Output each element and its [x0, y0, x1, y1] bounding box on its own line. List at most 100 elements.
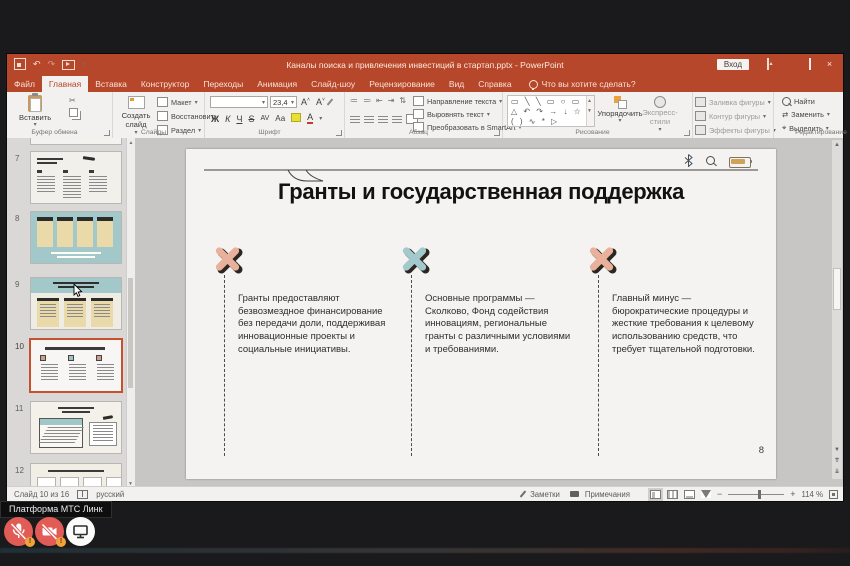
drawing-dialog-launcher[interactable]	[684, 130, 690, 136]
tab-transitions[interactable]: Переходы	[196, 76, 250, 92]
zoom-in-button[interactable]: +	[790, 489, 795, 499]
character-spacing-button[interactable]: AV	[260, 115, 269, 122]
tell-me-box[interactable]: Что вы хотите сделать?	[528, 76, 636, 92]
editor-scrollbar-thumb[interactable]	[833, 268, 841, 310]
notes-toggle[interactable]: Заметки	[530, 490, 560, 499]
arrange-button[interactable]: Упорядочить ▾	[597, 96, 643, 126]
shrink-font-button[interactable]: А˅	[314, 97, 327, 107]
thumbnail-slide-7[interactable]	[31, 152, 121, 203]
thumbnail-slide-11[interactable]	[31, 402, 121, 453]
tab-design[interactable]: Конструктор	[134, 76, 196, 92]
scroll-up-icon[interactable]: ▲	[129, 140, 134, 146]
thumbnail-slide-8[interactable]	[31, 212, 121, 263]
thumbnail-slide-6[interactable]	[31, 138, 121, 144]
previous-slide-button[interactable]: ⇈	[832, 457, 842, 466]
slide-sorter-view-button[interactable]	[666, 489, 678, 499]
tab-insert[interactable]: Вставка	[88, 76, 134, 92]
ribbon-display-options-button[interactable]	[761, 57, 778, 71]
camera-off-button[interactable]: !	[35, 517, 66, 547]
tab-animations[interactable]: Анимация	[250, 76, 304, 92]
shapes-gallery[interactable]: ▭ ╲ ╲ ▭ ○ ▭ △ ↶ ↷ → ↓ ☆ ( ) ∿ * ▷ ▲ ▼	[507, 95, 595, 127]
shape-outline-button[interactable]: Контур фигуры ▾	[695, 111, 776, 121]
tab-file[interactable]: Файл	[7, 76, 42, 92]
change-case-button[interactable]: Аа	[275, 114, 285, 123]
taskbar-reflection	[0, 548, 850, 553]
zoom-slider[interactable]	[728, 489, 785, 499]
align-right-button[interactable]	[378, 116, 388, 124]
close-button[interactable]: ×	[821, 57, 838, 71]
slide-column-3[interactable]: Главный минус — бюрократические процедур…	[585, 243, 765, 456]
find-button[interactable]: Найти	[782, 97, 830, 106]
copy-button[interactable]	[69, 108, 78, 119]
tab-slideshow[interactable]: Слайд-шоу	[304, 76, 362, 92]
slide-canvas[interactable]: Гранты и государственная поддержка Грант…	[186, 149, 776, 479]
line-spacing-button[interactable]: ⇅	[399, 96, 406, 105]
spellcheck-icon[interactable]	[77, 489, 89, 499]
shapes-gallery-scrollbar[interactable]: ▲ ▼	[586, 96, 594, 126]
tab-view[interactable]: Вид	[442, 76, 471, 92]
lightbulb-icon	[528, 79, 538, 90]
replace-button[interactable]: ⇄ Заменить ▾	[782, 110, 830, 119]
align-center-button[interactable]	[364, 116, 374, 124]
font-dialog-launcher[interactable]	[336, 130, 342, 136]
highlight-button[interactable]	[291, 113, 302, 124]
grow-font-button[interactable]: А˄	[299, 97, 312, 107]
decrease-indent-button[interactable]: ⇤	[376, 96, 383, 105]
slide-column-2[interactable]: Основные программы — Сколково, Фонд соде…	[398, 243, 578, 456]
reading-view-button[interactable]	[683, 489, 695, 499]
bold-button[interactable]: Ж	[211, 114, 219, 124]
clear-formatting-icon[interactable]	[326, 98, 334, 106]
paragraph-dialog-launcher[interactable]	[494, 130, 500, 136]
thumbnail-scrollbar[interactable]: ▲ ▼	[126, 138, 135, 489]
paste-icon	[28, 93, 43, 112]
thumbnail-scrollbar-thumb[interactable]	[128, 278, 133, 388]
shape-effects-button[interactable]: Эффекты фигуры ▾	[695, 125, 776, 135]
notes-icon	[519, 490, 527, 498]
cut-button[interactable]: ✂	[69, 96, 78, 105]
tab-review[interactable]: Рецензирование	[362, 76, 442, 92]
editor-scrollbar[interactable]: ▲ ▼ ⇈ ⇊	[832, 140, 842, 479]
justify-button[interactable]	[392, 116, 402, 124]
zoom-out-button[interactable]: −	[717, 489, 722, 499]
shape-fill-button[interactable]: Заливка фигуры ▾	[695, 97, 776, 107]
clipboard-dialog-launcher[interactable]	[104, 130, 110, 136]
paste-button[interactable]: Вставить ▾	[19, 93, 52, 130]
restore-button[interactable]	[801, 57, 818, 71]
tab-help[interactable]: Справка	[471, 76, 518, 92]
font-color-caret-icon[interactable]: ▾	[319, 115, 322, 122]
language-indicator[interactable]: русский	[96, 490, 124, 499]
strikethrough-button[interactable]: S	[248, 114, 254, 124]
slide-thumbnail-panel[interactable]: 7 8 9 10 11 12 ▲ ▼	[7, 138, 136, 489]
bullets-button[interactable]: ≔	[350, 96, 358, 105]
align-left-button[interactable]	[350, 116, 360, 124]
tab-home[interactable]: Главная	[41, 76, 89, 92]
search-icon	[706, 156, 717, 167]
next-slide-button[interactable]: ⇊	[832, 468, 842, 477]
increase-indent-button[interactable]: ⇥	[388, 96, 395, 105]
thumbnail-slide-10-selected[interactable]	[31, 340, 121, 391]
underline-button[interactable]: Ч	[236, 114, 242, 124]
zoom-slider-thumb[interactable]	[758, 489, 762, 499]
fit-to-window-button[interactable]	[829, 489, 838, 499]
font-color-button[interactable]: А	[307, 113, 314, 124]
screen-share-button[interactable]	[66, 517, 95, 546]
paste-label: Вставить	[19, 113, 52, 122]
numbering-button[interactable]: ≕	[363, 96, 371, 105]
font-size-combobox[interactable]: 23,4 ▾	[270, 96, 297, 108]
ribbon-display-options-icon	[766, 58, 769, 70]
italic-button[interactable]: К	[225, 114, 230, 124]
screen-share-stage: ↶ ↷ ▾ Каналы поиска и привлечения инвест…	[0, 0, 850, 566]
normal-view-button[interactable]	[647, 487, 663, 501]
signin-button[interactable]: Вход	[716, 58, 749, 70]
zoom-level[interactable]: 114 %	[801, 490, 823, 499]
comments-toggle[interactable]: Примечания	[585, 490, 630, 499]
slide-title[interactable]: Гранты и государственная поддержка	[186, 179, 776, 205]
column-text: Главный минус — бюрократические процедур…	[612, 293, 755, 355]
microphone-muted-button[interactable]: !	[4, 517, 35, 547]
slide-column-1[interactable]: Гранты предоставляют безвозмездное финан…	[211, 243, 391, 456]
scroll-up-icon[interactable]: ▲	[832, 140, 842, 150]
minimize-button[interactable]	[781, 57, 798, 71]
font-name-combobox[interactable]: ▾	[210, 96, 268, 108]
slideshow-view-button[interactable]	[700, 490, 711, 498]
scroll-down-icon[interactable]: ▼	[832, 447, 842, 453]
